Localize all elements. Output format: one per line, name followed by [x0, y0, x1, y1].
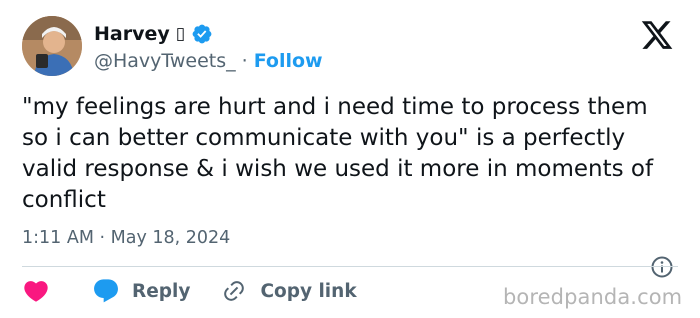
heart-icon	[24, 281, 48, 302]
reply-bubble-icon	[94, 279, 118, 303]
reply-button[interactable]: Reply	[92, 277, 190, 305]
author-handle[interactable]: @HavyTweets_	[94, 50, 236, 72]
verified-badge-icon	[192, 24, 212, 44]
copy-link-label: Copy link	[260, 280, 357, 302]
separator-dot: ·	[241, 50, 248, 72]
watermark: boredpanda.com	[503, 285, 683, 309]
author-name[interactable]: Harvey	[94, 23, 170, 45]
info-icon[interactable]	[650, 255, 674, 279]
like-button[interactable]	[22, 277, 50, 305]
link-icon	[224, 281, 245, 301]
copy-link-button[interactable]: Copy link	[222, 279, 357, 303]
follow-button[interactable]: Follow	[254, 50, 323, 72]
reply-label: Reply	[132, 280, 191, 302]
x-logo-icon[interactable]	[638, 18, 676, 52]
tweet-timestamp[interactable]: 1:11 AM · May 18, 2024	[22, 228, 230, 248]
action-bar: Reply Copy link	[22, 276, 357, 306]
divider	[22, 266, 678, 267]
avatar[interactable]	[22, 16, 82, 76]
tweet-text: "my feelings are hurt and i need time to…	[22, 94, 654, 213]
name-suffix-glyph: ▯	[175, 24, 186, 44]
